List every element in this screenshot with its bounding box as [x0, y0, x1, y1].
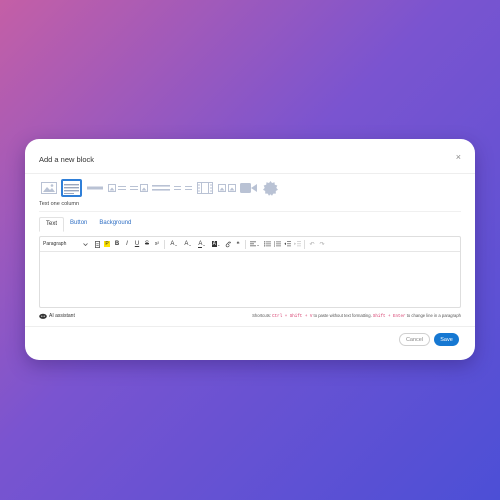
tab-background[interactable]: Background: [93, 217, 137, 232]
font-family-button[interactable]: A ⌄: [182, 240, 194, 249]
divider: [25, 326, 475, 327]
strikethrough-icon: S: [144, 241, 149, 247]
close-icon[interactable]: ×: [456, 153, 461, 162]
superscript-button[interactable]: x²: [153, 240, 161, 249]
image-icon: [40, 182, 57, 194]
video-camera-icon: [240, 183, 257, 193]
shortcuts-hint: Shortcuts: Ctrl + Shift + V to paste wit…: [252, 313, 461, 319]
cancel-button[interactable]: Cancel: [399, 333, 430, 346]
block-text-wide[interactable]: [151, 180, 170, 196]
tab-button[interactable]: Button: [64, 217, 93, 232]
divider: [39, 211, 461, 212]
link-icon: [225, 241, 231, 247]
font-color-button[interactable]: A ⌄: [196, 240, 208, 249]
block-video-strip[interactable]: [195, 180, 214, 196]
background-color-button[interactable]: A ⌄: [210, 240, 222, 249]
shortcuts-suffix: to change line in a paragraph: [405, 313, 461, 318]
divider-icon: [86, 186, 103, 190]
redo-button[interactable]: ↷: [318, 240, 326, 249]
image-text-icon: [107, 184, 126, 192]
modal-title: Add a new block: [39, 155, 95, 164]
italic-button[interactable]: I: [123, 240, 131, 249]
modal-actions: Cancel Save: [399, 333, 459, 346]
superscript-icon: x²: [154, 241, 160, 247]
editor-content-area[interactable]: [40, 252, 460, 308]
undo-icon: ↶: [309, 241, 315, 248]
numbered-list-button[interactable]: [273, 240, 281, 249]
block-badge[interactable]: [261, 180, 280, 196]
text-image-icon: [129, 184, 148, 192]
badge-icon: [263, 180, 278, 196]
tab-text[interactable]: Text: [39, 217, 65, 232]
bold-button[interactable]: B: [113, 240, 121, 249]
toolbar-separator: [304, 239, 305, 249]
underline-icon: U: [134, 241, 140, 247]
ai-assistant-icon: [39, 313, 47, 319]
block-image-text[interactable]: [107, 180, 126, 196]
block-two-columns[interactable]: [173, 180, 192, 196]
indent-button[interactable]: [293, 240, 301, 249]
paragraph-format-select[interactable]: Paragraph: [43, 241, 91, 247]
tab-bar: Text Button Background: [39, 217, 137, 232]
quote-icon: ❝: [236, 241, 240, 248]
redo-icon: ↷: [319, 241, 325, 248]
toolbar-separator: [245, 239, 246, 249]
document-icon: [94, 240, 100, 248]
two-images-icon: [217, 184, 236, 192]
add-block-modal: Add a new block × Text one column Text B…: [25, 139, 475, 360]
block-text-one-column[interactable]: [61, 179, 82, 197]
shortcut-paste-plain: Ctrl + Shift + V: [272, 315, 313, 319]
outdent-icon: [283, 241, 291, 247]
selected-block-caption: Text one column: [39, 201, 80, 207]
paragraph-format-label: Paragraph: [43, 241, 67, 247]
block-type-picker: [39, 179, 280, 197]
block-image[interactable]: [39, 180, 58, 196]
text-lines-icon: [64, 183, 79, 194]
ai-assistant-button[interactable]: AI assistant: [39, 313, 75, 319]
outdent-button[interactable]: [283, 240, 291, 249]
numbered-list-icon: [273, 241, 281, 247]
font-size-button[interactable]: A ⌄: [168, 240, 180, 249]
block-two-images[interactable]: [217, 180, 236, 196]
ai-assistant-label: AI assistant: [49, 313, 75, 319]
film-icon: [196, 182, 213, 194]
undo-button[interactable]: ↶: [308, 240, 316, 249]
block-divider[interactable]: [85, 180, 104, 196]
divider: [25, 173, 475, 174]
strikethrough-button[interactable]: S: [143, 240, 151, 249]
save-button[interactable]: Save: [434, 333, 459, 346]
underline-button[interactable]: U: [133, 240, 141, 249]
text-columns-icon: [151, 185, 170, 191]
bold-icon: B: [114, 241, 120, 247]
two-columns-icon: [173, 186, 192, 190]
bulleted-list-icon: [263, 241, 271, 247]
indent-icon: [293, 241, 301, 247]
highlight-icon: P: [104, 241, 110, 247]
toolbar-separator: [164, 239, 165, 249]
shortcut-line-break: Shift + Enter: [372, 315, 406, 319]
block-video[interactable]: [239, 180, 258, 196]
editor-toolbar: Paragraph P B I U S x² A ⌄ A ⌄ A ⌄ A ⌄ ❝ ⌄: [40, 237, 460, 252]
link-button[interactable]: [224, 240, 232, 249]
blockquote-button[interactable]: ❝: [234, 240, 242, 249]
rich-text-editor: Paragraph P B I U S x² A ⌄ A ⌄ A ⌄ A ⌄ ❝ ⌄: [39, 236, 461, 308]
highlight-button[interactable]: P: [103, 240, 111, 249]
source-doc-button[interactable]: [93, 240, 101, 249]
shortcuts-prefix: Shortcuts:: [252, 313, 273, 318]
editor-footer: AI assistant Shortcuts: Ctrl + Shift + V…: [39, 312, 461, 320]
align-button[interactable]: ⌄: [249, 240, 261, 249]
chevron-down-icon: [83, 242, 88, 246]
block-text-image[interactable]: [129, 180, 148, 196]
italic-icon: I: [126, 241, 128, 247]
bulleted-list-button[interactable]: [263, 240, 271, 249]
shortcuts-mid: to paste without text formatting.: [312, 313, 373, 318]
